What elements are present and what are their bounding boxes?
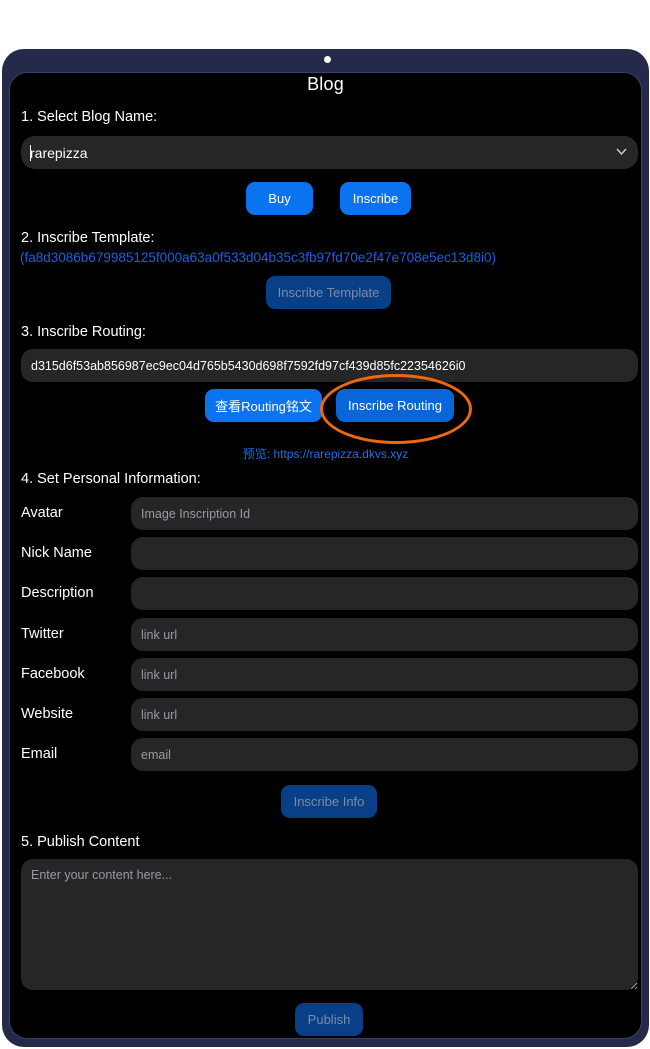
step5-label: 5. Publish Content (21, 834, 140, 850)
preview-link[interactable]: 预览: https://rarepizza.dkvs.xyz (10, 445, 641, 462)
facebook-input[interactable] (131, 658, 638, 691)
device-frame: Blog 1. Select Blog Name: rarepizza Buy … (2, 49, 649, 1047)
buy-button[interactable]: Buy (246, 182, 313, 215)
email-input[interactable] (131, 738, 638, 771)
nickname-label: Nick Name (21, 545, 92, 561)
chevron-down-icon (616, 144, 628, 158)
twitter-label: Twitter (21, 626, 64, 642)
content-textarea[interactable] (21, 859, 638, 990)
inscribe-routing-button[interactable]: Inscribe Routing (336, 389, 454, 422)
step3-label: 3. Inscribe Routing: (21, 324, 146, 340)
text-cursor (30, 145, 31, 161)
description-input[interactable] (131, 577, 638, 610)
avatar-input[interactable] (131, 497, 638, 530)
step4-label: 4. Set Personal Information: (21, 471, 201, 487)
website-input[interactable] (131, 698, 638, 731)
camera-icon (324, 56, 331, 63)
view-routing-button[interactable]: 查看Routing铭文 (205, 389, 322, 422)
blog-name-select[interactable]: rarepizza (21, 136, 638, 169)
description-label: Description (21, 585, 94, 601)
step2-label: 2. Inscribe Template: (21, 230, 155, 246)
inscribe-template-button[interactable]: Inscribe Template (266, 276, 391, 309)
avatar-label: Avatar (21, 505, 63, 521)
app-screen: Blog 1. Select Blog Name: rarepizza Buy … (9, 72, 642, 1039)
blog-name-value: rarepizza (30, 144, 88, 161)
inscribe-info-button[interactable]: Inscribe Info (281, 785, 377, 818)
nickname-input[interactable] (131, 537, 638, 570)
inscribe-button[interactable]: Inscribe (340, 182, 411, 215)
website-label: Website (21, 706, 74, 722)
step1-label: 1. Select Blog Name: (21, 109, 158, 125)
twitter-input[interactable] (131, 618, 638, 651)
publish-button[interactable]: Publish (295, 1003, 363, 1036)
template-id-link[interactable]: (fa8d3086b679985125f000a63a0f533d04b35c3… (20, 250, 496, 265)
facebook-label: Facebook (21, 666, 85, 682)
email-label: Email (21, 746, 58, 762)
routing-input[interactable] (21, 349, 638, 382)
page-title: Blog (307, 74, 344, 94)
